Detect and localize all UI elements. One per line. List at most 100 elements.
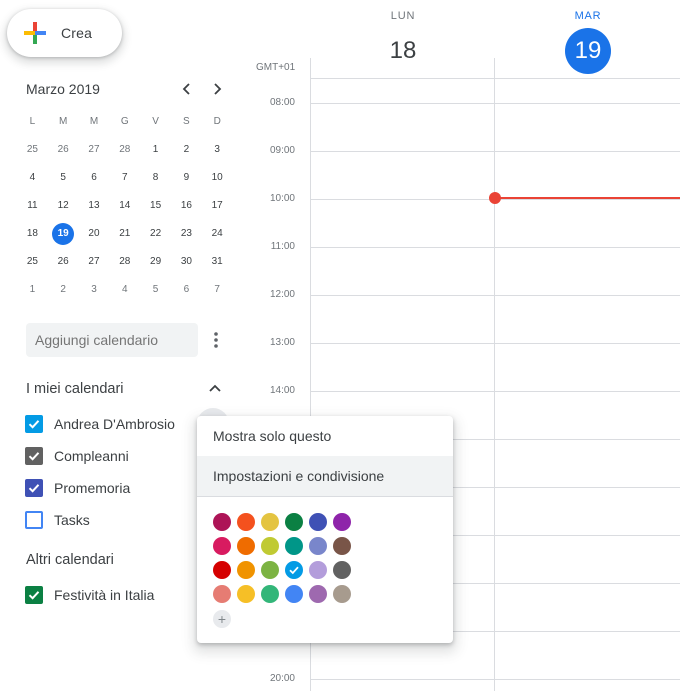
- day-name: LUN: [390, 10, 416, 22]
- mini-day[interactable]: 7: [202, 278, 233, 302]
- settings-and-sharing-item[interactable]: Impostazioni e condivisione: [197, 456, 453, 496]
- day-number: 19: [52, 223, 75, 245]
- color-swatch[interactable]: [213, 561, 231, 579]
- mini-day[interactable]: 4: [17, 166, 48, 190]
- color-swatch[interactable]: [285, 585, 303, 603]
- color-swatch[interactable]: [333, 561, 351, 579]
- checkbox-unchecked-icon[interactable]: [25, 511, 43, 529]
- color-swatch[interactable]: [261, 537, 279, 555]
- day-number[interactable]: 18: [380, 28, 426, 74]
- mini-day[interactable]: 28: [109, 138, 140, 162]
- mini-day[interactable]: 13: [79, 194, 110, 218]
- checkbox-checked-icon[interactable]: [25, 415, 43, 433]
- mini-day[interactable]: 1: [17, 278, 48, 302]
- calendar-item[interactable]: Tasks: [25, 508, 90, 532]
- my-calendars-title[interactable]: I miei calendari: [26, 381, 124, 397]
- mini-day[interactable]: 3: [202, 138, 233, 162]
- mini-day[interactable]: 21: [109, 222, 140, 246]
- mini-day[interactable]: 30: [171, 250, 202, 274]
- add-custom-color-icon[interactable]: +: [213, 610, 231, 628]
- mini-day[interactable]: 3: [79, 278, 110, 302]
- mini-day[interactable]: 25: [17, 250, 48, 274]
- mini-day[interactable]: 6: [171, 278, 202, 302]
- color-swatch[interactable]: [261, 585, 279, 603]
- mini-day[interactable]: 27: [79, 138, 110, 162]
- calendar-item[interactable]: Compleanni: [25, 444, 129, 468]
- mini-day[interactable]: 26: [48, 138, 79, 162]
- day-number: 5: [60, 172, 66, 183]
- checkbox-checked-icon[interactable]: [25, 479, 43, 497]
- calendar-item[interactable]: Andrea D'Ambrosio: [25, 412, 175, 436]
- color-swatch[interactable]: [309, 561, 327, 579]
- checkbox-checked-icon[interactable]: [25, 447, 43, 465]
- day-number: 27: [88, 144, 100, 155]
- mini-day[interactable]: 10: [202, 166, 233, 190]
- color-swatch[interactable]: [237, 513, 255, 531]
- mini-day[interactable]: 27: [79, 250, 110, 274]
- mini-day[interactable]: 25: [17, 138, 48, 162]
- prev-month-button[interactable]: [176, 78, 198, 100]
- color-swatch[interactable]: [261, 561, 279, 579]
- checkbox-checked-icon[interactable]: [25, 586, 43, 604]
- chevron-up-icon[interactable]: [206, 380, 224, 398]
- color-swatch[interactable]: [213, 537, 231, 555]
- color-swatch[interactable]: [237, 585, 255, 603]
- color-swatch[interactable]: [333, 585, 351, 603]
- more-options-icon[interactable]: [210, 330, 222, 350]
- mini-day[interactable]: 14: [109, 194, 140, 218]
- mini-day[interactable]: 31: [202, 250, 233, 274]
- mini-day[interactable]: 11: [17, 194, 48, 218]
- calendar-item[interactable]: Promemoria: [25, 476, 130, 500]
- mini-day[interactable]: 28: [109, 250, 140, 274]
- color-swatch[interactable]: [213, 513, 231, 531]
- color-swatch[interactable]: [285, 537, 303, 555]
- mini-day[interactable]: 29: [140, 250, 171, 274]
- mini-day[interactable]: 9: [171, 166, 202, 190]
- color-swatch[interactable]: [237, 561, 255, 579]
- mini-day[interactable]: 8: [140, 166, 171, 190]
- hour-label: 09:00: [269, 145, 295, 156]
- mini-day[interactable]: 5: [140, 278, 171, 302]
- color-swatch[interactable]: [309, 513, 327, 531]
- color-swatch[interactable]: [261, 513, 279, 531]
- mini-day[interactable]: 22: [140, 222, 171, 246]
- create-label: Crea: [61, 25, 93, 41]
- mini-day[interactable]: 2: [171, 138, 202, 162]
- create-button[interactable]: Crea: [7, 9, 122, 57]
- color-swatch[interactable]: [309, 585, 327, 603]
- mini-day[interactable]: 4: [109, 278, 140, 302]
- mini-day[interactable]: 23: [171, 222, 202, 246]
- day-header-mon[interactable]: LUN 18: [311, 10, 495, 74]
- mini-day[interactable]: 1: [140, 138, 171, 162]
- mini-day[interactable]: 16: [171, 194, 202, 218]
- mini-day[interactable]: 18: [17, 222, 48, 246]
- mini-day-today[interactable]: 19: [48, 222, 79, 246]
- color-swatch[interactable]: [333, 513, 351, 531]
- mini-day[interactable]: 15: [140, 194, 171, 218]
- color-swatch[interactable]: [285, 561, 303, 579]
- mini-day[interactable]: 5: [48, 166, 79, 190]
- color-swatch[interactable]: [237, 537, 255, 555]
- add-calendar-input[interactable]: [26, 323, 198, 357]
- mini-day[interactable]: 7: [109, 166, 140, 190]
- mini-calendar-title: Marzo 2019: [26, 81, 100, 97]
- calendar-item[interactable]: Festività in Italia: [25, 583, 154, 607]
- mini-day[interactable]: 24: [202, 222, 233, 246]
- mini-day[interactable]: 26: [48, 250, 79, 274]
- color-swatch[interactable]: [333, 537, 351, 555]
- color-swatch[interactable]: [309, 537, 327, 555]
- mini-day[interactable]: 12: [48, 194, 79, 218]
- mini-day[interactable]: 20: [79, 222, 110, 246]
- mini-day[interactable]: 6: [79, 166, 110, 190]
- mini-day[interactable]: 17: [202, 194, 233, 218]
- hour-label: 14:00: [269, 385, 295, 396]
- calendar-name: Andrea D'Ambrosio: [54, 416, 175, 432]
- show-only-this-item[interactable]: Mostra solo questo: [197, 416, 453, 456]
- other-calendars-title[interactable]: Altri calendari: [26, 552, 114, 568]
- color-swatch[interactable]: [285, 513, 303, 531]
- day-header-tue[interactable]: MAR 19: [496, 10, 680, 74]
- day-number[interactable]: 19: [565, 28, 611, 74]
- mini-day[interactable]: 2: [48, 278, 79, 302]
- color-swatch[interactable]: [213, 585, 231, 603]
- next-month-button[interactable]: [206, 78, 228, 100]
